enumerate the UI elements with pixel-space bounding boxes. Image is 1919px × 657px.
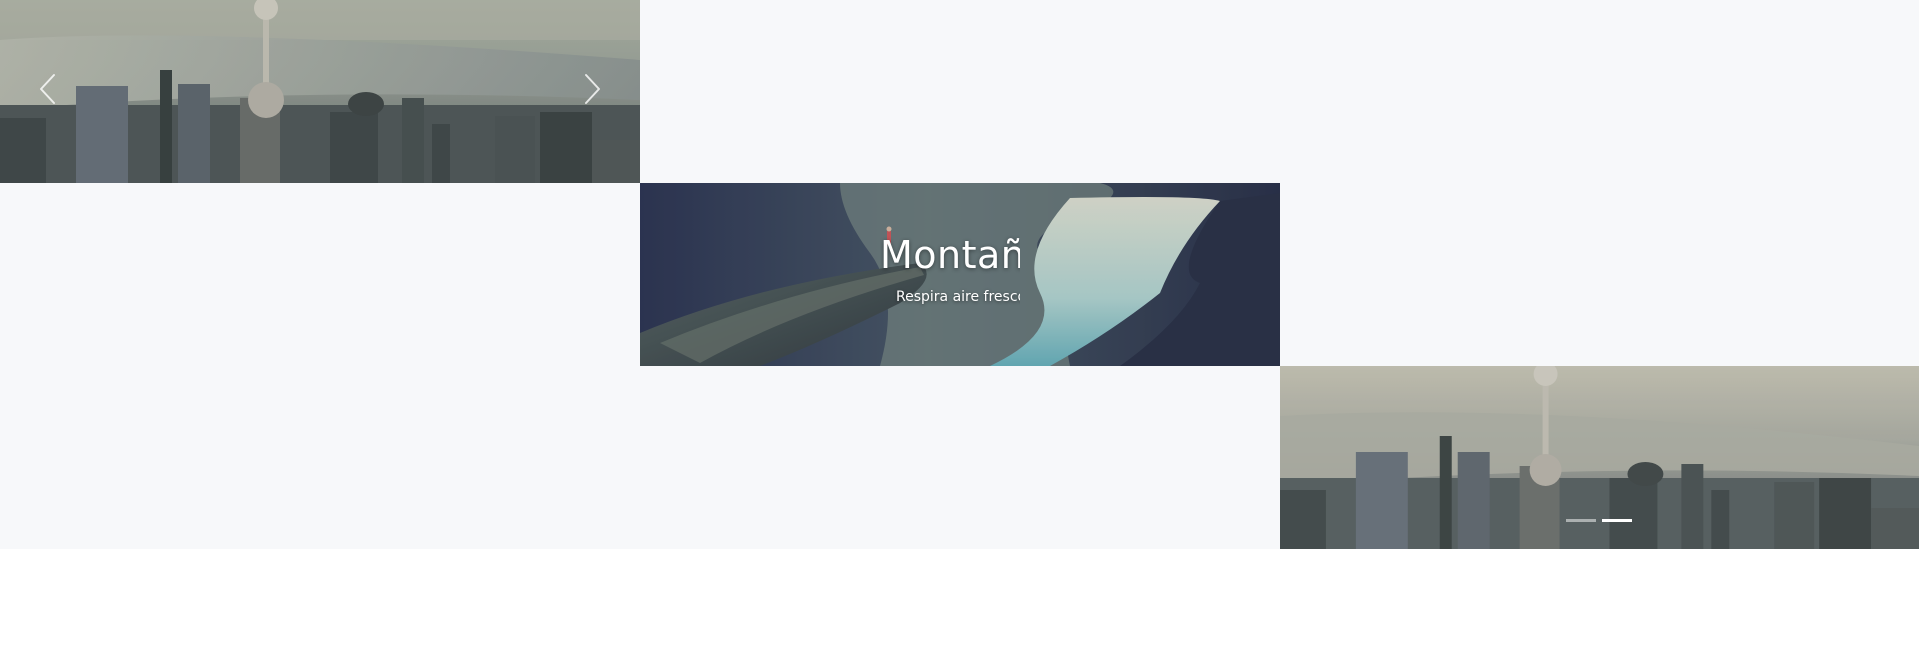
carousel-slide-city-2	[1280, 366, 1919, 549]
carousel-indicator-1[interactable]	[1566, 519, 1596, 522]
carousel-indicators	[1566, 519, 1632, 522]
carousel-indicator-2[interactable]	[1602, 519, 1632, 522]
carousel-slide-mountain: Montañ Respira aire fresco	[640, 183, 1280, 366]
chevron-left-icon	[40, 74, 55, 104]
carousel-slide-city-1	[0, 0, 640, 183]
city-skyline-image	[0, 0, 640, 183]
chevron-right-icon	[585, 74, 600, 104]
carousel-next-button[interactable]	[580, 72, 604, 106]
carousel-prev-button[interactable]	[36, 72, 60, 106]
mountain-fjord-image	[640, 183, 1280, 366]
carousel: Montañ Respira aire fresco	[0, 0, 1919, 549]
